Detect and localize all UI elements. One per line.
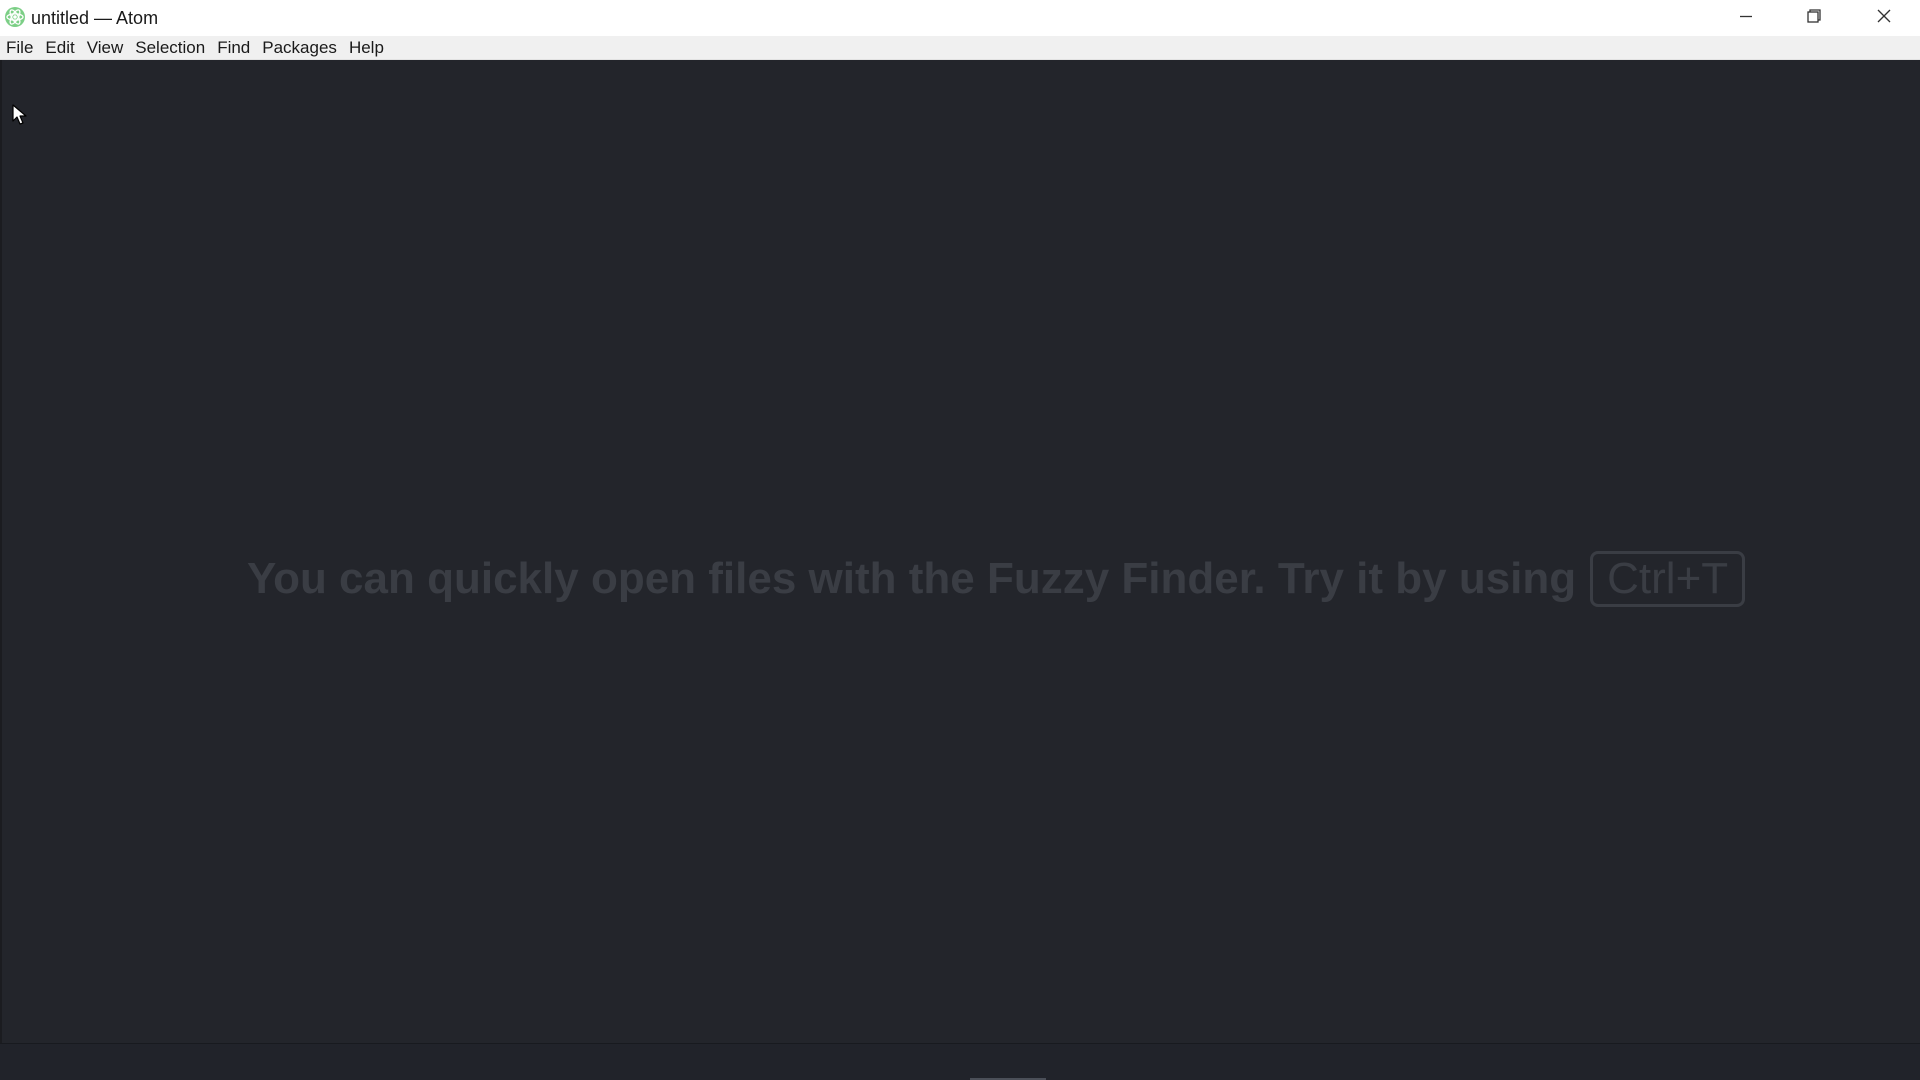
menu-selection[interactable]: Selection xyxy=(129,36,211,60)
status-bar xyxy=(0,1043,1920,1080)
restore-button[interactable] xyxy=(1780,0,1848,36)
minimize-icon xyxy=(1738,8,1754,29)
fuzzy-finder-hint: You can quickly open files with the Fuzz… xyxy=(247,551,1746,607)
restore-icon xyxy=(1806,8,1822,29)
menu-help[interactable]: Help xyxy=(343,36,390,60)
minimize-button[interactable] xyxy=(1712,0,1780,36)
close-icon xyxy=(1876,8,1892,29)
editor-pane[interactable]: You can quickly open files with the Fuzz… xyxy=(0,60,1920,1043)
menu-find[interactable]: Find xyxy=(211,36,256,60)
atom-window: untitled — Atom File Edit View Selection… xyxy=(0,0,1920,1080)
menu-view[interactable]: View xyxy=(81,36,130,60)
close-button[interactable] xyxy=(1850,0,1918,36)
atom-logo-icon xyxy=(4,6,26,28)
menu-edit[interactable]: Edit xyxy=(39,36,80,60)
title-bar: untitled — Atom xyxy=(0,0,1920,36)
shortcut-key: Ctrl+T xyxy=(1590,551,1746,607)
hint-text: You can quickly open files with the Fuzz… xyxy=(247,554,1577,603)
menu-bar: File Edit View Selection Find Packages H… xyxy=(0,36,1920,60)
menu-packages[interactable]: Packages xyxy=(256,36,343,60)
window-title: untitled — Atom xyxy=(31,8,159,28)
menu-file[interactable]: File xyxy=(0,36,39,60)
mouse-pointer-icon xyxy=(12,104,28,126)
